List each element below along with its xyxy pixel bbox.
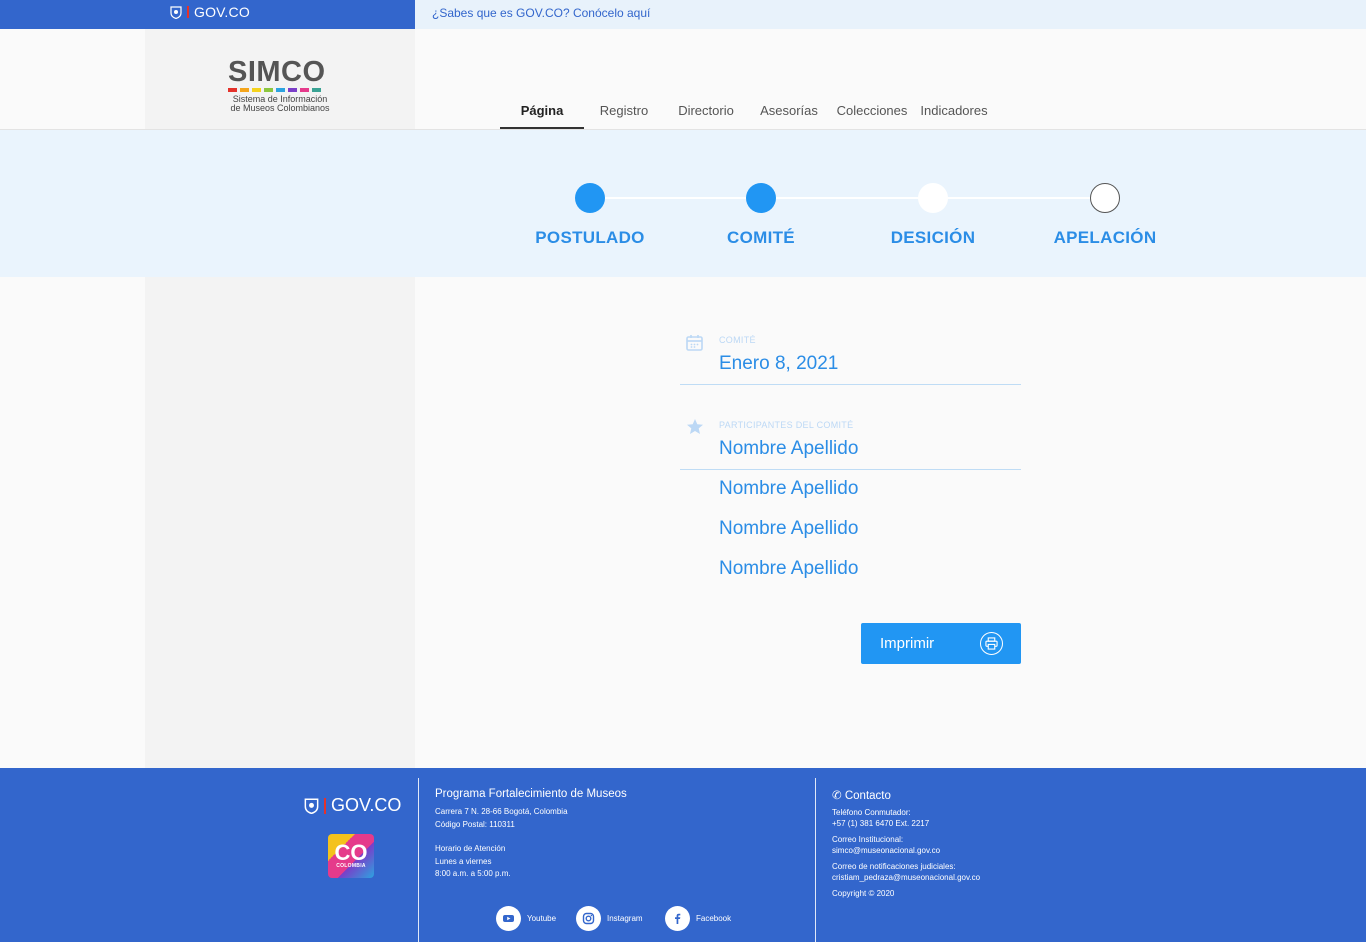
- facebook-label: Facebook: [696, 914, 732, 923]
- simco-color-bar: [288, 88, 297, 92]
- footer-program-info: Programa Fortalecimiento de Museos Carre…: [435, 788, 627, 881]
- step-desicion-dot: [918, 183, 948, 213]
- committee-date-underline: [680, 384, 1021, 385]
- instagram-label: Instagram: [607, 914, 643, 923]
- logo-panel: SIMCO Sistema de Información de Museos C…: [145, 29, 415, 129]
- committee-date-label: COMITÉ: [719, 335, 756, 345]
- simco-logo[interactable]: SIMCO Sistema de Información de Museos C…: [228, 57, 338, 113]
- instagram-link[interactable]: Instagram: [576, 906, 643, 931]
- simco-logo-subtitle: Sistema de Información de Museos Colombi…: [228, 95, 332, 113]
- footer-hours-time: 8:00 a.m. a 5:00 p.m.: [435, 869, 511, 878]
- step-postulado-dot: [575, 183, 605, 213]
- participant-name: Nombre Apellido: [719, 558, 859, 579]
- youtube-label: Youtube: [527, 914, 557, 923]
- committee-date-value: Enero 8, 2021: [719, 353, 839, 374]
- footer-gov-co-logo[interactable]: GOV.CO: [304, 795, 401, 816]
- simco-color-bar: [228, 88, 237, 92]
- nav-item-colecciones[interactable]: Colecciones: [830, 96, 914, 129]
- footer-copyright: Copyright © 2020: [832, 889, 895, 898]
- star-icon: [687, 419, 703, 434]
- nav-item-registro[interactable]: Registro: [584, 96, 664, 129]
- participants-label: PARTICIPANTES DEL COMITÉ: [719, 420, 854, 430]
- footer-contact: ✆ Contacto Teléfono Conmutador: +57 (1) …: [832, 788, 980, 900]
- footer-gov-logo-divider: [324, 797, 326, 814]
- footer-program-title: Programa Fortalecimiento de Museos: [435, 788, 627, 800]
- footer-address-line2: Código Postal: 110311: [435, 819, 515, 829]
- site-footer: GOV.CO CO COLOMBIA Programa Fortalecimie…: [0, 768, 1366, 942]
- simco-color-bars: [228, 88, 338, 92]
- simco-color-bar: [240, 88, 249, 92]
- footer-address-line1: Carrera 7 N. 28-66 Bogotá, Colombia: [435, 807, 568, 816]
- nav-item-pagina[interactable]: Página: [500, 96, 584, 129]
- footer-phone-label: Teléfono Conmutador:: [832, 808, 911, 817]
- simco-color-bar: [264, 88, 273, 92]
- step-desicion-label: DESICIÓN: [890, 228, 976, 247]
- footer-judicial-label: Correo de notificaciones judiciales:: [832, 862, 956, 871]
- committee-participants-field: PARTICIPANTES DEL COMITÉ Nombre Apellido: [680, 414, 1021, 471]
- simco-color-bar: [312, 88, 321, 92]
- nav-item-indicadores[interactable]: Indicadores: [914, 96, 994, 129]
- simco-color-bar: [252, 88, 261, 92]
- simco-color-bar: [276, 88, 285, 92]
- gov-logo-divider: [187, 6, 189, 18]
- facebook-icon: [665, 906, 690, 931]
- step-apelacion-label: APELACIÓN: [1053, 228, 1157, 247]
- footer-contact-title-text: Contacto: [844, 790, 891, 802]
- participant-name: Nombre Apellido: [719, 438, 859, 459]
- participants-underline: [680, 469, 1021, 470]
- step-postulado-label: POSTULADO: [535, 228, 645, 247]
- simco-color-bar: [300, 88, 309, 92]
- footer-divider-right: [815, 778, 816, 942]
- footer-email-label: Correo Institucional:: [832, 835, 904, 844]
- simco-logo-word: SIMCO: [228, 56, 326, 88]
- nav-item-directorio[interactable]: Directorio: [664, 96, 748, 129]
- simco-subtitle-line2: de Museos Colombianos: [230, 103, 330, 113]
- participant-name: Nombre Apellido: [719, 478, 859, 499]
- phone-icon: ✆: [832, 790, 842, 802]
- nav-item-asesorias[interactable]: Asesorías: [748, 96, 830, 129]
- process-stepper: POSTULADO COMITÉ DESICIÓN APELACIÓN: [0, 130, 1366, 277]
- footer-hours-days: Lunes a viernes: [435, 856, 492, 866]
- left-side-panel: [145, 277, 415, 768]
- footer-hours-title: Horario de Atención: [435, 844, 506, 853]
- co-logo-text: CO: [334, 840, 368, 865]
- gov-info-link[interactable]: ¿Sabes que es GOV.CO? Conócelo aquí: [432, 6, 650, 20]
- footer-judicial-value[interactable]: cristiam_pedraza@museonacional.gov.co: [832, 873, 980, 884]
- step-apelacion-dot: [1090, 183, 1120, 213]
- gov-co-logo[interactable]: GOV.CO: [170, 4, 250, 20]
- footer-divider-left: [418, 778, 419, 942]
- gov-logo-text: GOV.CO: [194, 4, 250, 20]
- printer-icon: [980, 632, 1003, 655]
- colombia-shield-icon: [304, 797, 319, 814]
- committee-date-field: COMITÉ Enero 8, 2021: [680, 329, 1021, 386]
- main-content: COMITÉ Enero 8, 2021 PARTICIPANTES DEL C…: [415, 277, 1366, 768]
- co-logo-sub: COLOMBIA: [336, 863, 366, 869]
- step-comite-label: COMITÉ: [727, 228, 795, 247]
- footer-gov-logo-text: GOV.CO: [331, 795, 402, 815]
- participant-name: Nombre Apellido: [719, 518, 859, 539]
- print-button[interactable]: Imprimir: [861, 623, 1021, 664]
- colombia-shield-icon: [170, 5, 182, 19]
- footer-email-value[interactable]: simco@museonacional.gov.co: [832, 846, 980, 857]
- site-header: SIMCO Sistema de Información de Museos C…: [0, 29, 1366, 130]
- youtube-link[interactable]: Youtube: [496, 906, 556, 931]
- stepper-track: [590, 197, 1105, 199]
- footer-phone-value[interactable]: +57 (1) 381 6470 Ext. 2217: [832, 819, 980, 830]
- main-nav: Página Registro Directorio Asesorías Col…: [500, 96, 994, 129]
- youtube-icon: [496, 906, 521, 931]
- gov-top-bar: GOV.CO ¿Sabes que es GOV.CO? Conócelo aq…: [0, 0, 1366, 29]
- calendar-icon: [686, 335, 703, 351]
- co-colombia-logo: CO COLOMBIA: [328, 834, 374, 878]
- step-comite-dot: [746, 183, 776, 213]
- instagram-icon: [576, 906, 601, 931]
- footer-contact-title: ✆ Contacto: [832, 788, 980, 802]
- print-button-label: Imprimir: [880, 635, 935, 652]
- gov-top-bar-brand: GOV.CO: [0, 0, 415, 29]
- facebook-link[interactable]: Facebook: [665, 906, 731, 931]
